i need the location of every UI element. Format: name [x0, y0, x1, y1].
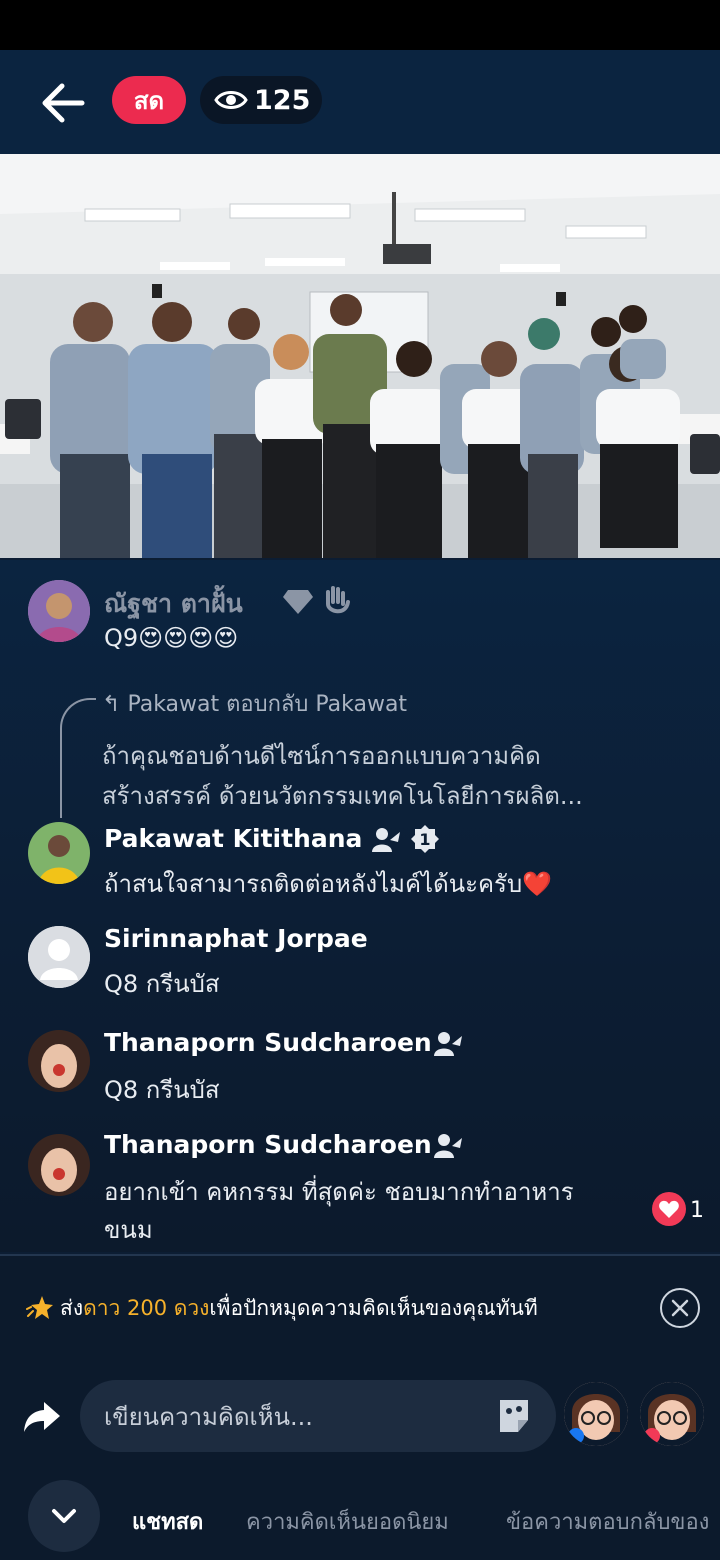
back-button[interactable]: [38, 80, 88, 126]
reaction-avatar[interactable]: [564, 1382, 628, 1446]
memoji-image: [640, 1382, 704, 1446]
promo-close-button[interactable]: [660, 1288, 700, 1328]
like-button[interactable]: [652, 1192, 686, 1226]
creator-badge-icon: [372, 828, 400, 852]
creator-badge-icon: [434, 1134, 462, 1158]
wave-hand-icon: [326, 586, 350, 614]
collapse-button[interactable]: [28, 1480, 100, 1552]
comment-text: Q8 กรีนบัส: [104, 970, 220, 998]
commenter-name[interactable]: Thanaporn Sudcharoen: [104, 1130, 432, 1159]
reply-arrow-icon: ↰: [102, 692, 128, 717]
commenter-name[interactable]: Pakawat Kitithana: [104, 824, 362, 853]
reply-text-line[interactable]: สร้างสรรค์ ด้วยนวัตกรรมเทคโนโลยีการผลิต.…: [102, 776, 583, 815]
avatar[interactable]: [28, 580, 90, 642]
reply-connector: [60, 698, 96, 818]
diamond-icon: [283, 590, 313, 614]
promo-text: ส่งดาว 200 ดวงเพื่อปักหมุดความคิดเห็นของ…: [60, 1296, 538, 1320]
commenter-name[interactable]: Thanaporn Sudcharoen: [104, 1028, 432, 1057]
arrow-left-icon: [42, 83, 85, 123]
top-bar: สด 125: [0, 50, 720, 154]
avatar[interactable]: [28, 1030, 90, 1092]
comment-text: อยากเข้า คหกรรม ที่สุดค่ะ ชอบมากทำอาหาร: [104, 1178, 574, 1206]
like-count: 1: [690, 1198, 704, 1223]
reply-text-line[interactable]: ถ้าคุณชอบด้านดีไซน์การออกแบบความคิด: [102, 736, 541, 775]
reaction-avatar[interactable]: [640, 1382, 704, 1446]
sticker-button[interactable]: [494, 1396, 534, 1436]
comment-text: ถ้าสนใจสามารถติดต่อหลังไมค์ได้นะครับ❤️: [104, 870, 553, 898]
eye-icon: [214, 91, 248, 109]
commenter-name[interactable]: Sirinnaphat Jorpae: [104, 924, 368, 953]
avatar-image: [28, 1134, 90, 1196]
tab-replies[interactable]: ข้อความตอบกลับของ: [506, 1504, 709, 1539]
default-avatar-icon: [28, 926, 90, 988]
avatar[interactable]: [28, 926, 90, 988]
chat-tabs: แชทสด ความคิดเห็นยอดนิยม ข้อความตอบกลับข…: [0, 1480, 720, 1560]
comment-text: Q9😍😍😍😍: [104, 624, 239, 652]
comment-text: Q8 กรีนบัส: [104, 1076, 220, 1104]
live-badge: สด: [112, 76, 186, 124]
avatar-image: [28, 580, 90, 642]
rank-one-badge-icon: 1: [411, 825, 439, 853]
live-video[interactable]: [0, 154, 720, 558]
svg-text:1: 1: [419, 830, 430, 849]
commenter-name[interactable]: ณัฐชา ตาฝั้น: [104, 584, 243, 624]
comment-input[interactable]: เขียนความคิดเห็น...: [80, 1380, 556, 1452]
status-bar: [0, 0, 720, 50]
tab-live-chat[interactable]: แชทสด: [132, 1504, 203, 1539]
share-arrow-icon: [24, 1402, 60, 1432]
star-icon: [26, 1296, 53, 1319]
sticker-icon: [500, 1400, 528, 1432]
viewer-count-pill: 125: [200, 76, 322, 124]
share-button[interactable]: [22, 1396, 62, 1436]
creator-badge-icon: [434, 1032, 462, 1056]
avatar[interactable]: [28, 1134, 90, 1196]
viewer-count: 125: [254, 84, 311, 116]
comment-text: ขนม: [104, 1216, 153, 1244]
pin-comment-promo[interactable]: ส่งดาว 200 ดวงเพื่อปักหมุดความคิดเห็นของ…: [0, 1256, 720, 1356]
avatar-image: [28, 822, 90, 884]
avatar-image: [28, 1030, 90, 1092]
close-icon: [671, 1299, 689, 1317]
reply-header: ↰ Pakawat ตอบกลับ Pakawat: [102, 692, 408, 717]
avatar[interactable]: [28, 822, 90, 884]
tab-top-comments[interactable]: ความคิดเห็นยอดนิยม: [246, 1504, 449, 1539]
memoji-image: [564, 1382, 628, 1446]
video-frame-image: [0, 154, 720, 558]
live-chat-list: ณัฐชา ตาฝั้น Q9😍😍😍😍 ↰ Pakawat ตอบกลับ Pa…: [0, 560, 720, 1252]
heart-icon: [652, 1192, 686, 1226]
chevron-down-icon: [52, 1509, 76, 1523]
